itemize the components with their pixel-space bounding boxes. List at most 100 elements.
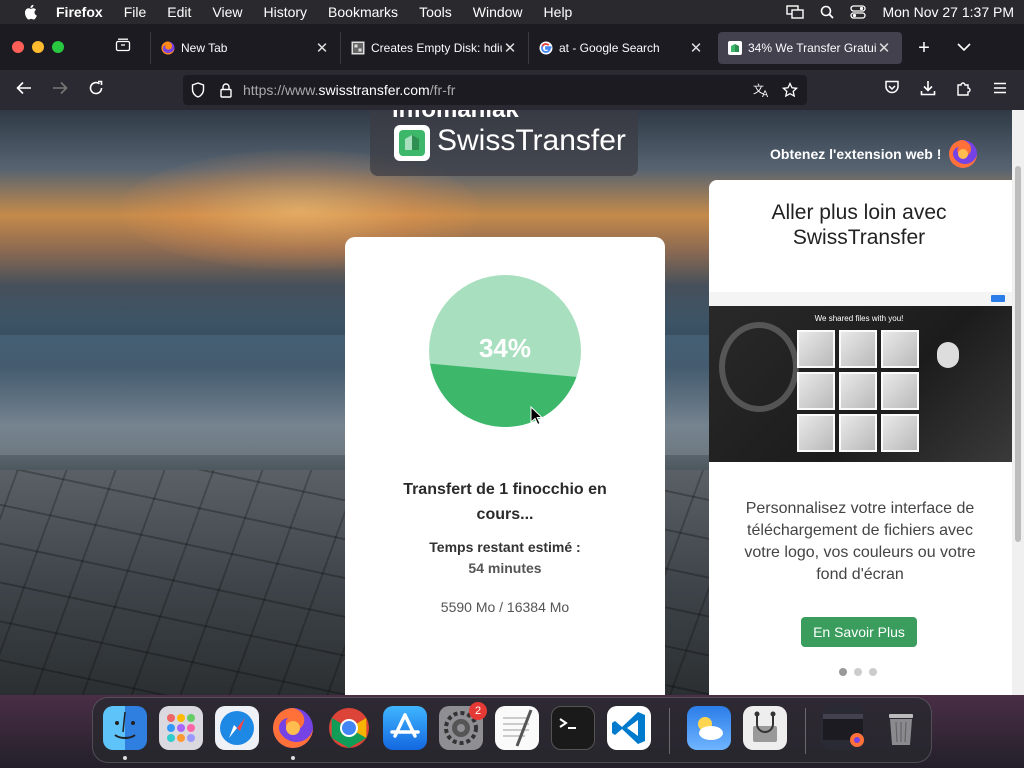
screenshot-thumbnail xyxy=(797,414,835,452)
tab-hdiutil[interactable]: Creates Empty Disk: hdiu ✕ xyxy=(340,32,528,64)
app-store-icon[interactable] xyxy=(383,706,427,750)
tab-swisstransfer-active[interactable]: 34% We Transfer Gratuit ✕ xyxy=(718,32,902,64)
menu-tools[interactable]: Tools xyxy=(419,4,452,20)
safari-icon[interactable] xyxy=(215,706,259,750)
minimize-window-button[interactable] xyxy=(32,41,44,53)
screenshot-cup xyxy=(719,322,799,412)
lock-icon[interactable] xyxy=(217,81,235,99)
dock: 2 xyxy=(92,697,932,763)
page-scrollbar[interactable] xyxy=(1012,110,1024,695)
screenshot-thumbnail xyxy=(881,414,919,452)
promo-title: Aller plus loin avec SwissTransfer xyxy=(771,201,947,249)
web-page: infomaniak SwissTransfer Obtenez l'exten… xyxy=(0,110,1012,695)
google-icon xyxy=(539,41,553,55)
extensions-button[interactable] xyxy=(952,78,976,102)
promo-screenshot-image: We shared files with you! xyxy=(709,292,1012,462)
promo-description: Personnalisez votre interface de télécha… xyxy=(744,500,976,583)
tab-google-search[interactable]: at - Google Search ✕ xyxy=(528,32,714,64)
control-center-icon[interactable] xyxy=(850,5,867,19)
tab-title: at - Google Search xyxy=(559,41,660,55)
trash-icon[interactable] xyxy=(879,706,923,750)
menu-app-firefox[interactable]: Firefox xyxy=(56,4,103,20)
menu-history[interactable]: History xyxy=(263,4,307,20)
address-bar[interactable]: https://www.swisstransfer.com/fr-fr 文A xyxy=(183,75,807,105)
back-button[interactable] xyxy=(12,78,36,102)
list-all-tabs-button[interactable] xyxy=(954,38,974,58)
menu-window[interactable]: Window xyxy=(473,4,523,20)
close-tab-icon[interactable]: ✕ xyxy=(502,40,518,57)
weather-icon[interactable] xyxy=(687,706,731,750)
forward-button[interactable] xyxy=(48,78,72,102)
app-menu-button[interactable] xyxy=(988,78,1012,102)
firefox-icon xyxy=(161,41,175,55)
learn-more-button[interactable]: En Savoir Plus xyxy=(801,617,917,647)
site-logo-header[interactable]: infomaniak SwissTransfer xyxy=(370,110,638,176)
menu-help[interactable]: Help xyxy=(544,4,573,20)
chrome-icon[interactable] xyxy=(327,706,371,750)
menu-bookmarks[interactable]: Bookmarks xyxy=(328,4,398,20)
firefox-view-icon xyxy=(115,38,131,57)
spotlight-search-icon[interactable] xyxy=(820,5,835,19)
url-text[interactable]: https://www.swisstransfer.com/fr-fr xyxy=(243,82,455,98)
swisstransfer-icon xyxy=(728,41,742,55)
navigation-toolbar: https://www.swisstransfer.com/fr-fr 文A xyxy=(0,70,1024,110)
close-tab-icon[interactable]: ✕ xyxy=(876,40,892,57)
tracking-protection-shield-icon[interactable] xyxy=(189,81,207,99)
progress-percent-label: 34% xyxy=(478,333,532,363)
menubar-clock[interactable]: Mon Nov 27 1:37 PM xyxy=(882,4,1014,20)
firefox-dock-icon[interactable] xyxy=(271,706,315,750)
pocket-button[interactable] xyxy=(880,78,904,102)
menu-view[interactable]: View xyxy=(212,4,242,20)
fullscreen-window-button[interactable] xyxy=(52,41,64,53)
textedit-icon[interactable] xyxy=(495,706,539,750)
close-window-button[interactable] xyxy=(12,41,24,53)
screenshot-thumbnail xyxy=(881,330,919,368)
transfer-status-title: Transfert de 1 finocchio en cours... xyxy=(403,481,607,523)
vscode-icon[interactable] xyxy=(607,706,651,750)
tab-title: New Tab xyxy=(181,41,228,55)
download-icon xyxy=(920,80,936,101)
firefox-view-button[interactable] xyxy=(108,32,138,62)
reload-button[interactable] xyxy=(84,78,108,102)
pocket-icon xyxy=(884,80,900,100)
carousel-dot[interactable] xyxy=(869,668,877,676)
screen-mirroring-icon[interactable] xyxy=(786,5,805,19)
finder-running-indicator xyxy=(123,756,127,760)
screenshot-thumbnail xyxy=(839,372,877,410)
downloads-button[interactable] xyxy=(916,78,940,102)
transfer-progress-card: 34% Transfert de 1 finocchio en cours...… xyxy=(345,237,665,695)
tab-bar: New Tab ✕ Creates Empty Disk: hdiu ✕ at … xyxy=(0,24,1024,70)
swisstransfer-brand-name: SwissTransfer xyxy=(437,124,626,157)
menu-bar: Firefox File Edit View History Bookmarks… xyxy=(0,0,1024,24)
translate-icon[interactable]: 文A xyxy=(753,81,771,99)
window-controls xyxy=(12,41,64,53)
firefox-extension-icon[interactable] xyxy=(948,139,978,169)
chevron-down-icon xyxy=(957,39,971,57)
terminal-icon[interactable] xyxy=(551,706,595,750)
url-prefix: https://www. xyxy=(243,82,319,98)
dock-separator xyxy=(805,708,806,754)
get-extension-link[interactable]: Obtenez l'extension web ! xyxy=(770,146,941,162)
bookmark-star-icon[interactable] xyxy=(781,81,799,99)
carousel-dot[interactable] xyxy=(854,668,862,676)
launchpad-icon[interactable] xyxy=(159,706,203,750)
finder-icon[interactable] xyxy=(103,706,147,750)
promo-carousel-panel: Aller plus loin avec SwissTransfer We sh… xyxy=(709,180,1012,695)
apple-menu-icon[interactable] xyxy=(22,4,38,20)
infomaniak-brand: infomaniak xyxy=(392,110,519,124)
close-tab-icon[interactable]: ✕ xyxy=(688,40,704,57)
carousel-dot[interactable] xyxy=(839,668,847,676)
scrollbar-thumb[interactable] xyxy=(1015,166,1021,542)
tab-new-tab[interactable]: New Tab ✕ xyxy=(150,32,340,64)
firefox-window-minimized-icon[interactable] xyxy=(821,706,865,750)
close-tab-icon[interactable]: ✕ xyxy=(314,40,330,57)
transfer-size: 5590 Mo / 16384 Mo xyxy=(440,599,570,615)
screenshot-button xyxy=(991,295,1005,302)
new-tab-button[interactable]: + xyxy=(912,36,936,60)
hamburger-menu-icon xyxy=(993,81,1007,99)
menu-file[interactable]: File xyxy=(124,4,147,20)
screenshot-file-grid xyxy=(797,330,921,452)
disk-utility-icon[interactable] xyxy=(743,706,787,750)
url-domain: swisstransfer.com xyxy=(318,82,430,98)
menu-edit[interactable]: Edit xyxy=(167,4,191,20)
